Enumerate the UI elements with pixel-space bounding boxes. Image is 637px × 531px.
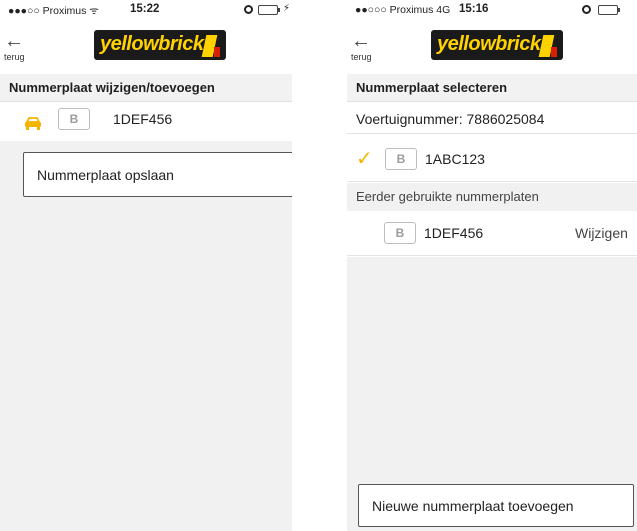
clock: 15:16: [459, 3, 489, 15]
battery-icon: [258, 5, 280, 15]
country-badge: B: [384, 222, 416, 244]
previous-plates-header: Eerder gebruikte nummerplaten: [356, 189, 539, 204]
screen-select-plate: ●●○○○ Proximus 4G 15:16 ← terug yellowbr…: [347, 0, 637, 531]
page-title: Nummerplaat wijzigen/toevoegen: [0, 74, 292, 102]
content-area: [0, 141, 292, 531]
alarm-icon: [244, 5, 253, 14]
checkmark-icon: ✓: [356, 148, 373, 170]
back-arrow-icon: ←: [4, 30, 24, 52]
logo-stripe-icon: [201, 35, 222, 57]
country-badge: B: [385, 148, 417, 170]
carrier-signal: ●●●○○ Proximus ᯤ: [8, 5, 99, 17]
alarm-icon: [582, 5, 591, 14]
add-new-plate-button[interactable]: Nieuwe nummerplaat toevoegen: [358, 484, 634, 527]
logo-text: yellowbrick: [100, 33, 204, 55]
back-label: terug: [4, 52, 25, 62]
previous-plates-section: Eerder gebruikte nummerplaten: [347, 183, 637, 211]
page-title: Nummerplaat selecteren: [347, 74, 637, 102]
clock: 15:22: [130, 3, 160, 15]
carrier-signal: ●●○○○ Proximus 4G: [355, 4, 451, 16]
plate-number: 1DEF456: [424, 225, 484, 241]
yellowbrick-logo: yellowbrick: [94, 30, 226, 60]
back-button[interactable]: ← terug: [351, 30, 391, 66]
battery-icon: [598, 5, 620, 15]
status-bar: ●●●○○ Proximus ᯤ 15:22 ⚡: [0, 0, 292, 20]
status-bar: ●●○○○ Proximus 4G 15:16: [347, 0, 637, 20]
back-button[interactable]: ← terug: [4, 30, 44, 66]
back-label: terug: [351, 52, 372, 62]
car-icon: [25, 117, 41, 130]
screen-edit-plate: ●●●○○ Proximus ᯤ 15:22 ⚡ ← terug yellowb…: [0, 0, 292, 531]
yellowbrick-logo: yellowbrick: [431, 30, 563, 60]
plate-number: 1DEF456: [113, 111, 173, 127]
logo-stripe-icon: [538, 35, 559, 57]
plate-row[interactable]: B 1DEF456: [0, 102, 292, 146]
country-badge: B: [58, 108, 90, 130]
list-item[interactable]: B 1DEF456 Wijzigen: [347, 212, 637, 256]
plate-number: 1ABC123: [425, 151, 485, 167]
charging-icon: ⚡: [283, 3, 291, 14]
selected-plate-row[interactable]: ✓ B 1ABC123: [347, 136, 637, 182]
back-arrow-icon: ←: [351, 30, 371, 52]
edit-plate-link[interactable]: Wijzigen: [575, 225, 628, 241]
logo-text: yellowbrick: [437, 33, 541, 55]
save-plate-button[interactable]: Nummerplaat opslaan: [23, 152, 292, 197]
vehicle-number: Voertuignummer: 7886025084: [347, 104, 637, 134]
